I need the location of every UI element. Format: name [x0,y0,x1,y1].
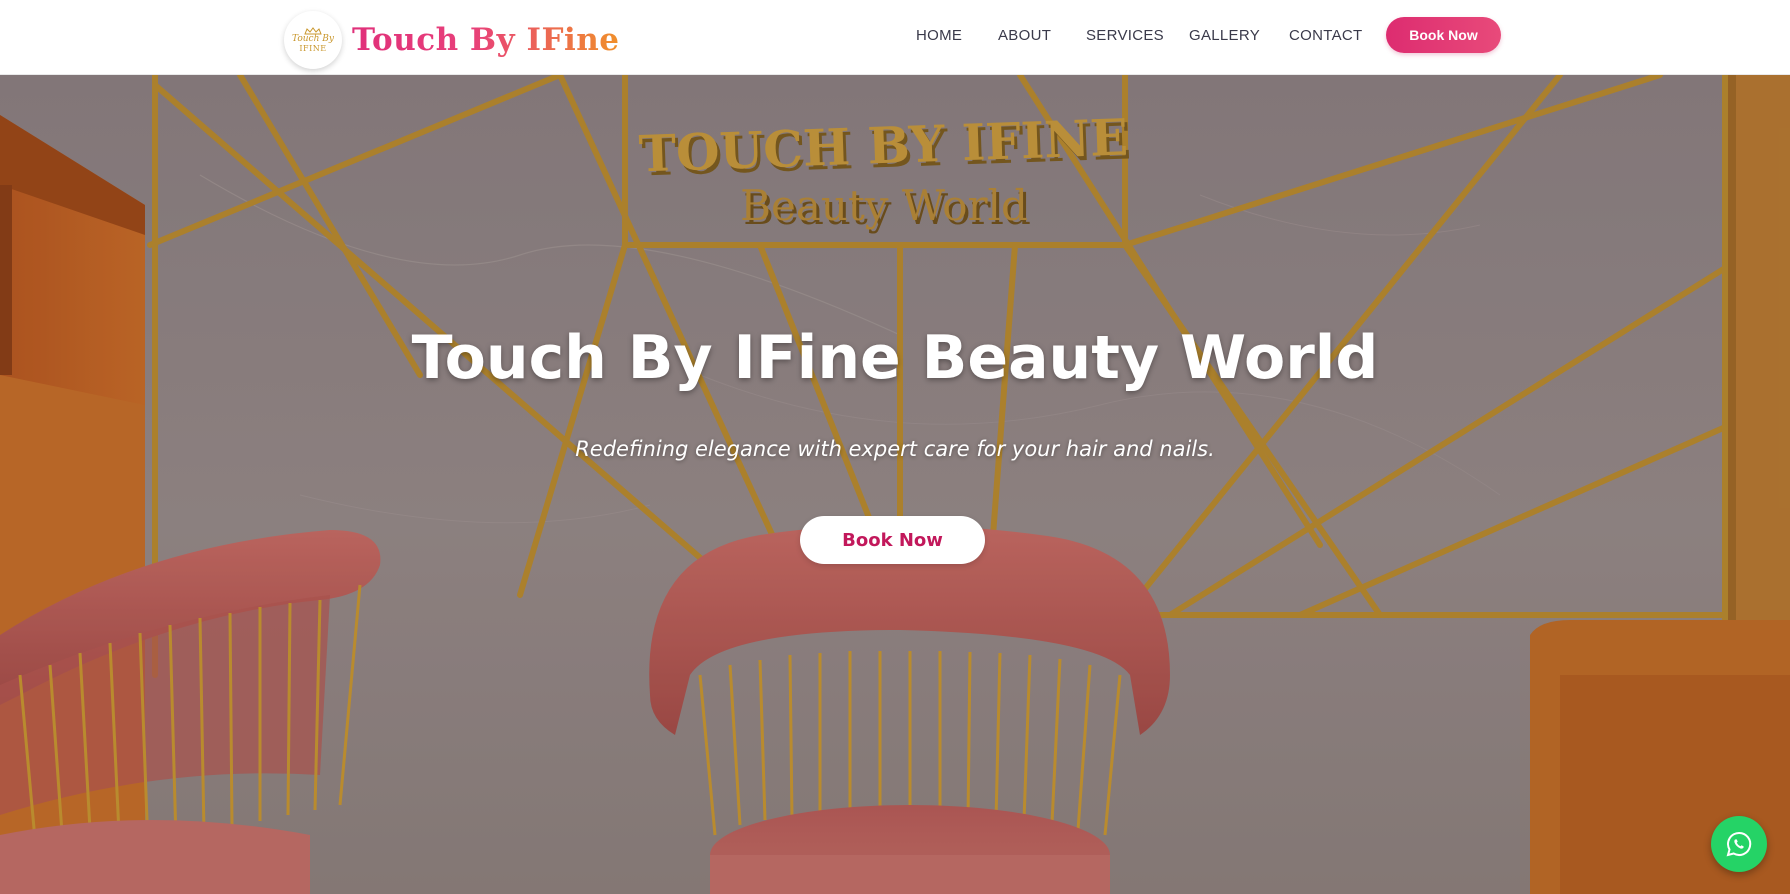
hero-subtitle: Redefining elegance with expert care for… [575,437,1215,461]
logo-badge: Touch By IFINE [284,11,342,69]
hero-book-now-button[interactable]: Book Now [800,516,985,564]
nav-gallery[interactable]: GALLERY [1189,27,1260,44]
nav-contact[interactable]: CONTACT [1289,27,1362,44]
nav-about[interactable]: ABOUT [998,27,1051,44]
nav-home[interactable]: HOME [916,27,962,44]
nav-services[interactable]: SERVICES [1086,27,1164,44]
hero-section: TOUCH BY IFINE TOUCH BY IFINE Beauty Wor… [0,75,1790,894]
site-header: Touch By IFINE Touch By IFine HOME ABOUT… [0,0,1790,75]
hero-overlay [0,75,1790,894]
hero-title: Touch By IFine Beauty World [411,323,1379,393]
whatsapp-button[interactable] [1711,816,1767,872]
logo[interactable]: Touch By IFINE Touch By IFine [284,11,620,69]
whatsapp-icon [1726,831,1752,857]
logo-badge-line2: IFINE [299,44,327,53]
header-book-now-button[interactable]: Book Now [1386,17,1501,53]
brand-name[interactable]: Touch By IFine [352,22,620,58]
logo-badge-line1: Touch By [292,34,334,44]
